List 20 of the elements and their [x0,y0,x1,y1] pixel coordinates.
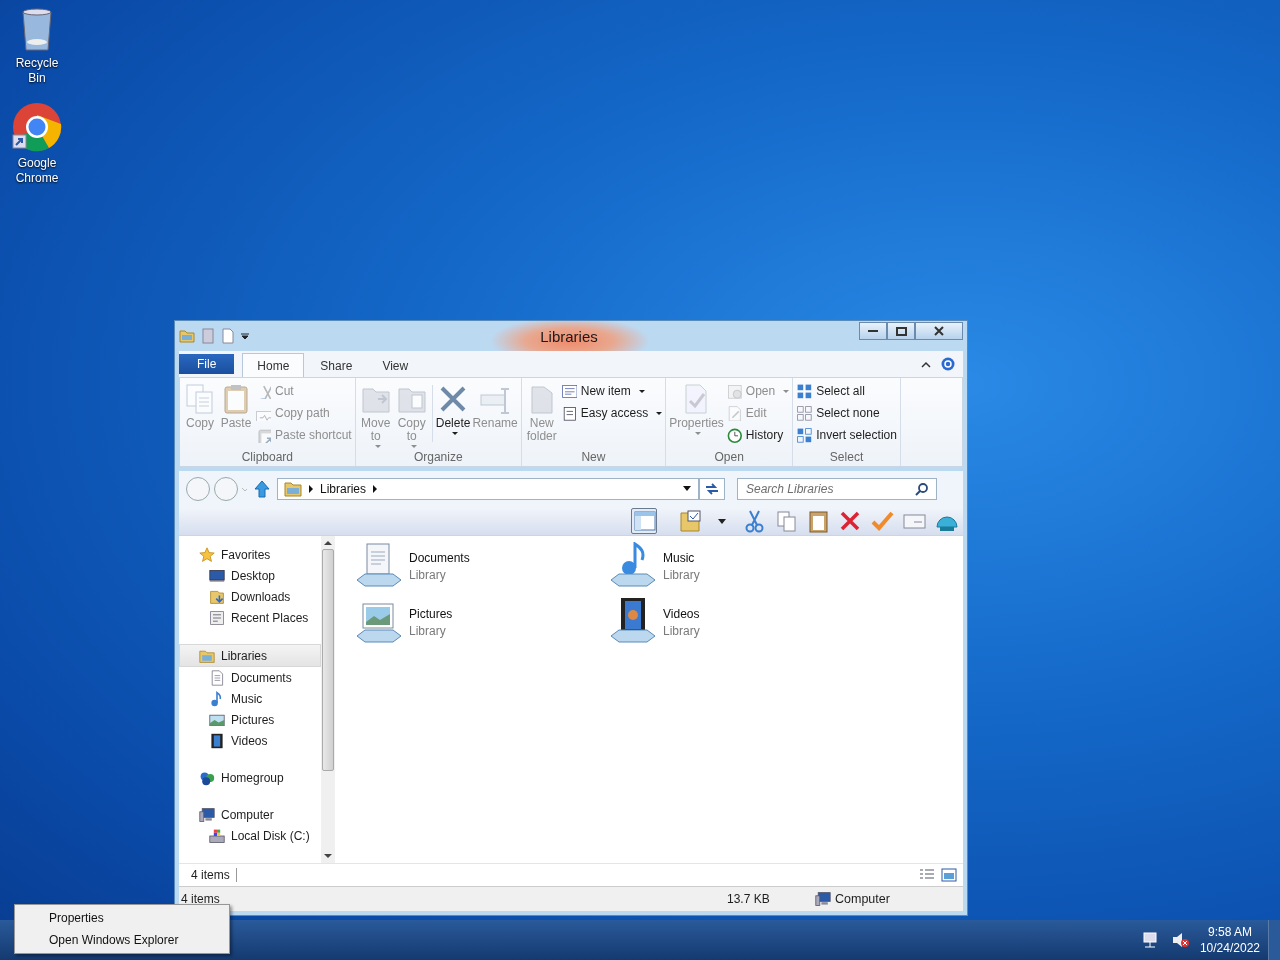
window-title: Libraries [539,327,599,345]
item-type: Library [409,567,447,582]
size-text: 13.7 KB [727,892,771,906]
item-name: Pictures [409,606,453,621]
group-label: Clipboard [240,450,295,466]
location-text: Computer [835,892,890,906]
group-label: New [580,450,607,466]
group-label: Select [828,450,865,466]
item-count: 4 items [181,892,221,906]
time-text: 9:58 AM [1207,924,1252,940]
item-type: Library [663,623,700,638]
item-name: Music [663,550,696,565]
item-type: Library [663,567,700,582]
group-label: Open [713,450,745,466]
group-label: Organize [412,450,464,466]
item-type: Library [409,623,447,638]
date-text: 10/24/2022 [1199,940,1260,956]
item-count: 4 items [191,868,237,882]
item-name: Videos [663,606,700,621]
item-name: Documents [409,550,470,565]
